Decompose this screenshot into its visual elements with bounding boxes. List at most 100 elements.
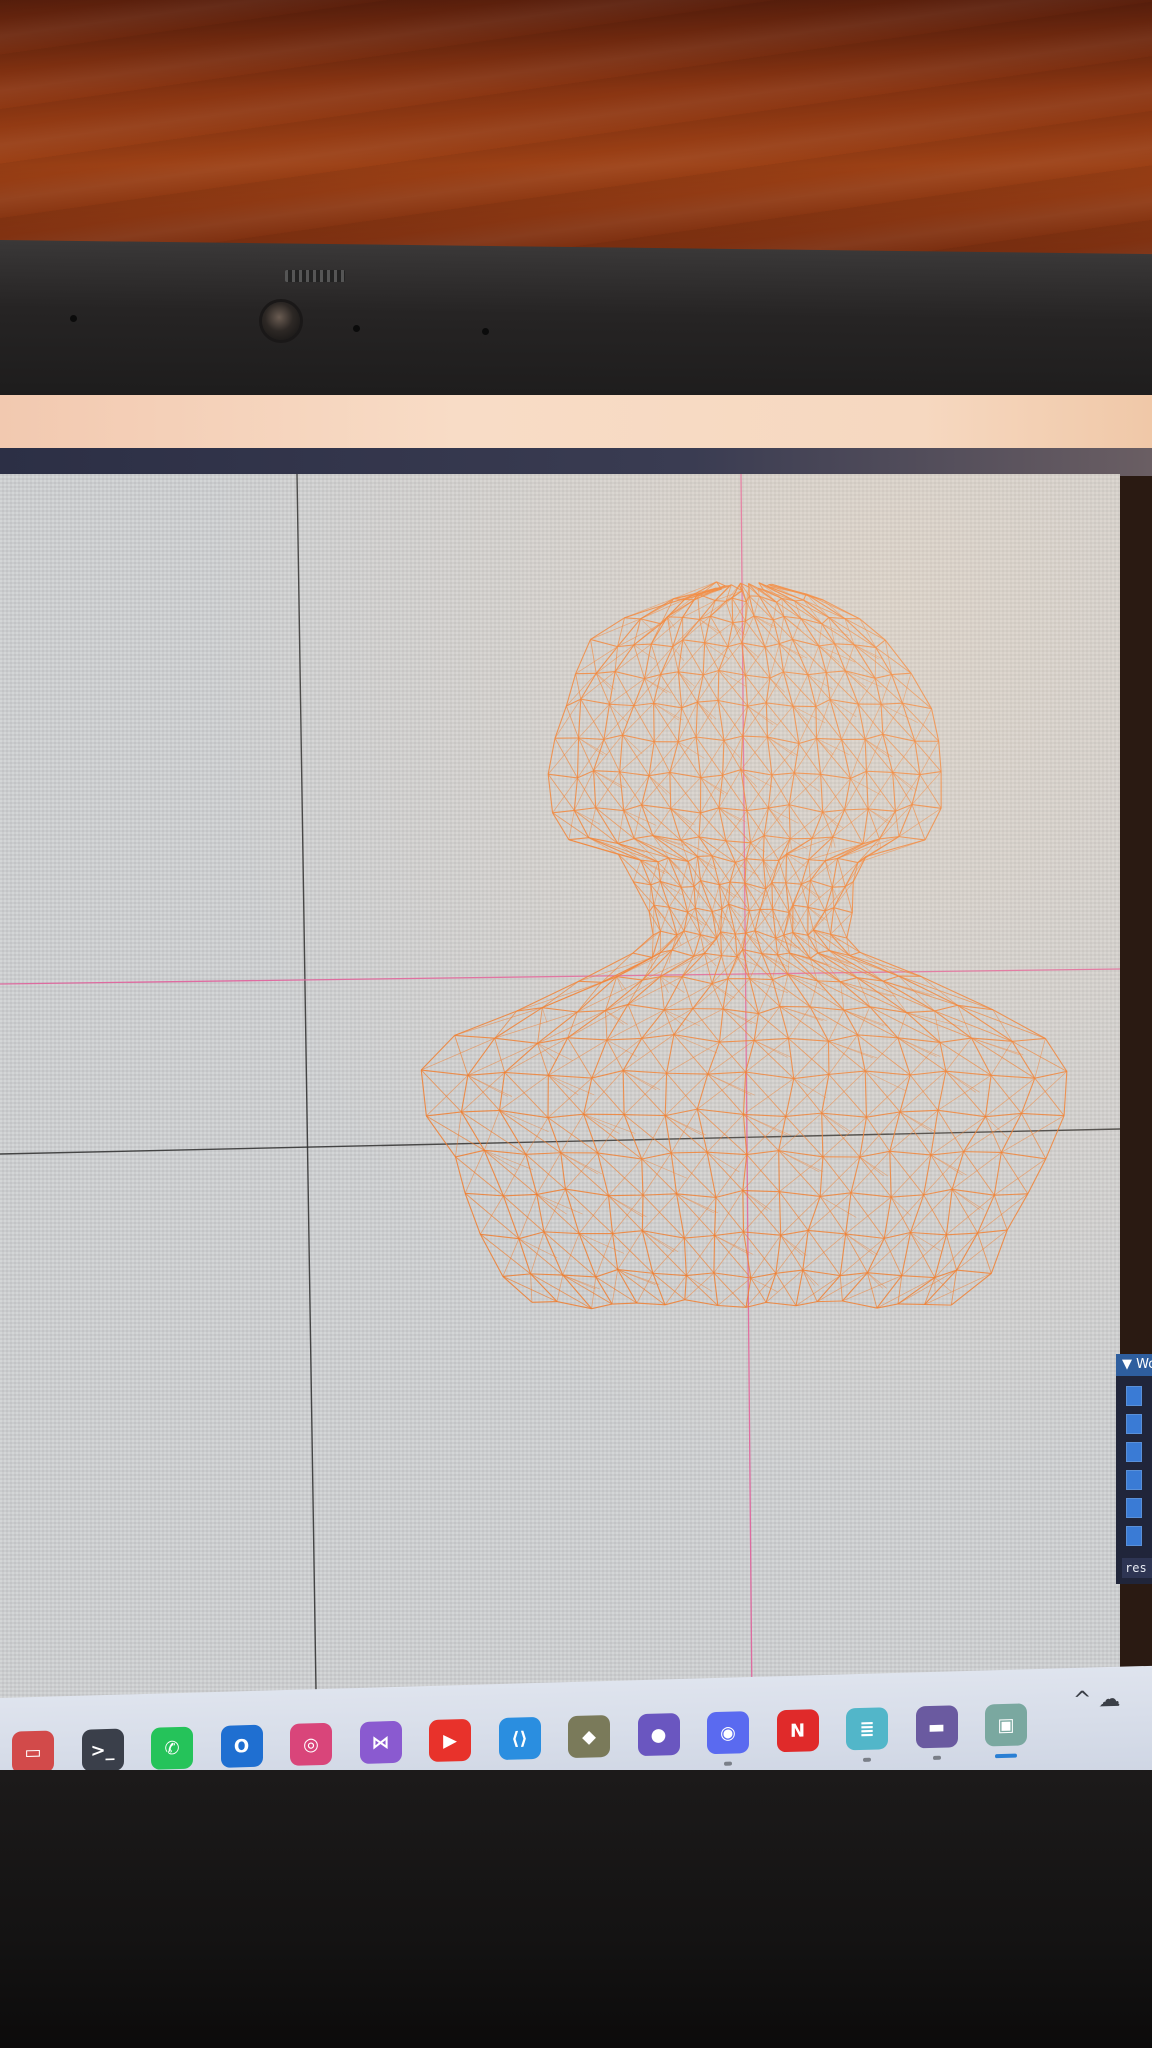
imgui-checkbox[interactable] xyxy=(1126,1526,1142,1546)
mesh-edge xyxy=(681,976,713,985)
mesh-edge xyxy=(823,599,861,620)
mesh-edge xyxy=(846,912,853,939)
mesh-edge xyxy=(669,771,701,779)
mesh-edge xyxy=(723,735,743,741)
mesh-edge xyxy=(939,1042,992,1076)
mesh-edge xyxy=(910,1232,926,1252)
mesh-edge xyxy=(683,912,689,932)
mesh-edge xyxy=(554,737,578,779)
onedrive-cloud-icon[interactable]: ☁ xyxy=(1098,1687,1120,1713)
mesh-edge xyxy=(641,1158,644,1196)
github-icon[interactable]: ● xyxy=(637,1713,680,1757)
tray-overflow-chevron-icon[interactable]: ^ xyxy=(1073,1688,1091,1714)
imgui-checkbox[interactable] xyxy=(1126,1470,1142,1490)
mesh-edge xyxy=(789,952,832,966)
mesh-edge xyxy=(765,702,769,738)
mesh-edge xyxy=(696,736,725,741)
mesh-edge xyxy=(985,1112,1022,1118)
mesh-edge xyxy=(898,836,926,841)
terminal-window-icon[interactable]: ▬ xyxy=(915,1705,958,1749)
mesh-edge xyxy=(820,773,851,780)
imgui-text-input[interactable]: res xyxy=(1122,1558,1152,1578)
terminal-icon[interactable]: >_ xyxy=(81,1728,124,1772)
imgui-window-header[interactable]: ▼ Wo xyxy=(1116,1354,1152,1376)
mesh-edge xyxy=(745,930,756,934)
outlook-icon[interactable]: O xyxy=(220,1724,263,1768)
mesh-edge xyxy=(754,930,778,956)
mesh-edge xyxy=(697,1071,746,1110)
mesh-edge xyxy=(714,1235,752,1279)
window-app-icon[interactable]: ▭ xyxy=(12,1730,54,1774)
mesh-edge xyxy=(768,772,795,809)
mesh-edge xyxy=(845,670,876,679)
mesh-edge xyxy=(766,585,804,601)
mesh-edge xyxy=(842,1275,902,1302)
mesh-edge xyxy=(644,673,661,680)
mesh-edge xyxy=(612,1194,644,1234)
mesh-edge xyxy=(595,646,618,674)
mesh-edge xyxy=(867,808,880,840)
mesh-edge xyxy=(798,706,817,744)
mesh-edge xyxy=(651,931,662,958)
mesh-edge xyxy=(882,702,903,735)
mesh-edge xyxy=(671,934,678,951)
mesh-edge xyxy=(775,1230,809,1274)
mesh-edge xyxy=(753,1013,760,1041)
mesh-edge xyxy=(718,862,736,885)
mesh-edge xyxy=(692,983,713,1009)
mesh-edge xyxy=(722,1008,756,1024)
3d-viewport[interactable] xyxy=(0,474,1120,1754)
mesh-edge xyxy=(583,1070,624,1115)
system-tray[interactable]: ^ ☁ xyxy=(1073,1687,1120,1713)
mesh-edge xyxy=(718,670,748,707)
mesh-edge xyxy=(971,1037,1013,1042)
mesh-edge xyxy=(950,1270,958,1306)
mesh-edge xyxy=(744,883,752,897)
notepad-icon[interactable]: ≣ xyxy=(846,1707,888,1751)
mesh-edge xyxy=(1045,1115,1065,1160)
mesh-edge xyxy=(699,619,706,643)
mesh-edge xyxy=(727,646,746,676)
mesh-edge xyxy=(773,619,793,640)
mesh-edge xyxy=(537,1011,578,1044)
mesh-edge xyxy=(1011,1041,1036,1079)
mesh-edge xyxy=(723,705,748,741)
mesh-edge xyxy=(857,977,884,982)
mesh-edge xyxy=(678,642,705,673)
mesh-edge xyxy=(779,1006,823,1022)
imgui-window[interactable]: ▼ Wo res xyxy=(1116,1354,1152,1584)
mesh-edge xyxy=(695,736,702,778)
vscode-icon[interactable]: ⟨⟩ xyxy=(498,1716,541,1761)
youtube-icon[interactable]: ▶ xyxy=(429,1718,471,1763)
git-icon[interactable]: ◆ xyxy=(568,1714,610,1759)
mesh-edge xyxy=(595,673,616,690)
mesh-edge xyxy=(792,705,817,739)
imgui-checkbox[interactable] xyxy=(1126,1386,1142,1406)
instagram-icon[interactable]: ◎ xyxy=(290,1722,332,1766)
imgui-checkbox[interactable] xyxy=(1126,1442,1142,1462)
mesh-edge xyxy=(859,1156,888,1177)
mesh-edge xyxy=(642,976,661,981)
mesh-edge xyxy=(676,930,685,936)
mesh-edge xyxy=(748,586,760,597)
imgui-checkbox[interactable] xyxy=(1126,1414,1142,1434)
mesh-edge xyxy=(666,616,676,629)
imgui-checkbox[interactable] xyxy=(1126,1498,1142,1518)
app-title-bar[interactable] xyxy=(0,448,1152,476)
mesh-edge xyxy=(464,1193,481,1235)
mesh-edge xyxy=(648,911,661,932)
discord-icon[interactable]: ◉ xyxy=(707,1711,749,1755)
mesh-edge xyxy=(745,1038,789,1073)
app-window-icon[interactable]: ▣ xyxy=(985,1703,1027,1747)
mesh-edge xyxy=(742,948,762,955)
mesh-edge xyxy=(627,976,661,1005)
mesh-edge xyxy=(1011,1040,1068,1072)
mesh-edge xyxy=(640,859,659,863)
netflix-icon[interactable]: N xyxy=(776,1709,819,1753)
mesh-edge xyxy=(866,770,893,774)
whatsapp-icon[interactable]: ✆ xyxy=(151,1726,193,1770)
mesh-edge xyxy=(939,1042,947,1072)
mesh-edge xyxy=(902,702,932,710)
visual-studio-icon[interactable]: ⋈ xyxy=(359,1720,402,1764)
mesh-edge xyxy=(717,1304,747,1308)
